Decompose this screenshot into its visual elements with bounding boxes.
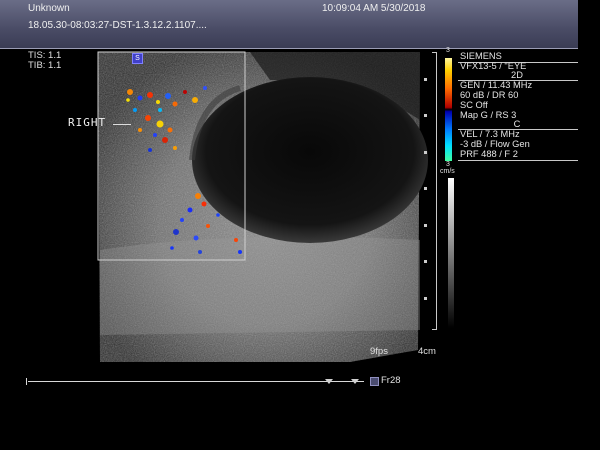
depth-tick <box>424 224 427 227</box>
side-label: RIGHT <box>68 116 107 129</box>
depth-tick <box>424 297 427 300</box>
tib-index: TIB: 1.1 <box>28 60 62 71</box>
cine-position-marker[interactable] <box>325 379 333 384</box>
grayscale-bar <box>448 178 454 328</box>
cine-end-marker[interactable] <box>351 379 359 384</box>
depth-tick <box>424 78 427 81</box>
color-scale-unit: cm/s <box>440 168 455 175</box>
depth-tick <box>424 114 427 117</box>
acquisition-info-panel: SIEMENS VFX13-5 / "EYE 2D GEN / 11.43 MH… <box>458 51 578 162</box>
frame-indicator-icon <box>370 377 379 386</box>
color-scale-top: 3 <box>446 47 450 54</box>
frame-rate: 9fps <box>370 346 388 357</box>
header-bar: Unknown 10:09:04 AM 5/30/2018 18.05.30-0… <box>0 0 578 49</box>
depth-tick <box>424 187 427 190</box>
side-label-pointer <box>113 124 131 125</box>
depth-readout: 4cm <box>418 346 436 357</box>
doppler-flow <box>126 86 242 254</box>
color-scale-bottom: 3 <box>446 161 450 168</box>
depth-scale <box>432 52 437 330</box>
patient-name: Unknown <box>28 3 70 14</box>
study-id: 18.05.30-08:03:27-DST-1.3.12.2.1107.... <box>28 20 207 31</box>
exam-datetime: 10:09:04 AM 5/30/2018 <box>322 3 426 14</box>
depth-tick <box>424 260 427 263</box>
velocity-color-bar <box>445 58 452 161</box>
depth-tick <box>424 151 427 154</box>
frame-number: Fr28 <box>381 375 401 386</box>
probe-orientation-marker: S <box>132 53 143 64</box>
cine-start-marker <box>26 378 27 385</box>
cine-timeline[interactable] <box>28 381 364 382</box>
prf-setting: PRF 488 / F 2 <box>460 149 518 159</box>
